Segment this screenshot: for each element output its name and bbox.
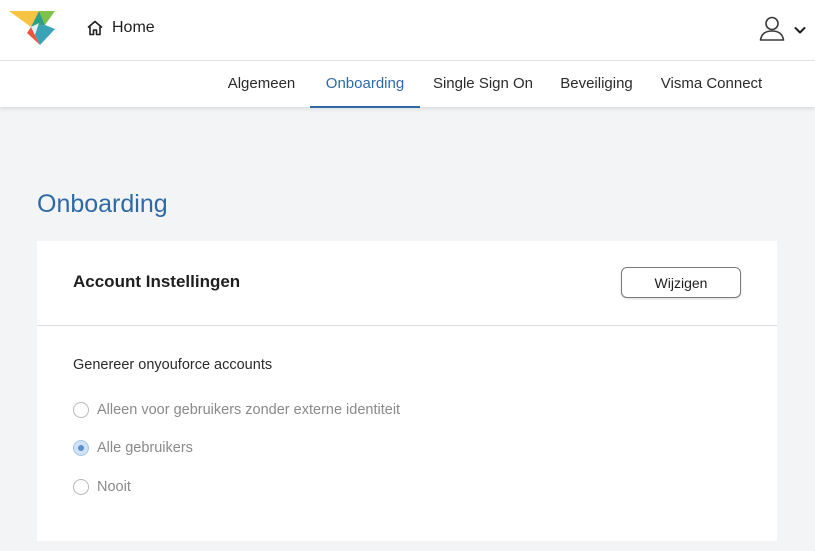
radio-button[interactable] (73, 402, 89, 418)
radio-label: Alleen voor gebruikers zonder externe id… (97, 402, 401, 418)
radio-option-all-users[interactable]: Alle gebruikers (73, 440, 193, 456)
visma-logo-icon[interactable] (9, 11, 57, 45)
radio-label: Nooit (97, 479, 131, 495)
card-header: Account Instellingen Wijzigen (37, 241, 777, 326)
tab-algemeen[interactable]: Algemeen (218, 61, 305, 107)
page-title: Onboarding (37, 190, 168, 218)
home-link[interactable]: Home (86, 17, 155, 39)
radio-button-checked[interactable] (73, 440, 89, 456)
tab-single-sign-on[interactable]: Single Sign On (425, 61, 541, 107)
radio-option-never[interactable]: Nooit (73, 479, 131, 495)
user-icon (758, 14, 786, 47)
tab-visma-connect[interactable]: Visma Connect (652, 61, 771, 107)
home-icon (86, 19, 104, 37)
home-label: Home (112, 19, 155, 36)
tab-bar: Algemeen Onboarding Single Sign On Bevei… (0, 61, 815, 108)
user-menu[interactable] (758, 14, 806, 47)
radio-button[interactable] (73, 479, 89, 495)
edit-button[interactable]: Wijzigen (621, 267, 741, 298)
tab-beveiliging[interactable]: Beveiliging (551, 61, 642, 107)
radio-label: Alle gebruikers (97, 440, 193, 456)
tab-onboarding[interactable]: Onboarding (310, 61, 420, 108)
chevron-down-icon (794, 22, 806, 40)
radio-option-external-identity[interactable]: Alleen voor gebruikers zonder externe id… (73, 402, 400, 418)
card-title: Account Instellingen (73, 272, 241, 291)
section-label: Genereer onyouforce accounts (73, 357, 273, 373)
account-settings-card: Account Instellingen Wijzigen Genereer o… (37, 241, 777, 541)
top-bar: Home (0, 0, 815, 61)
